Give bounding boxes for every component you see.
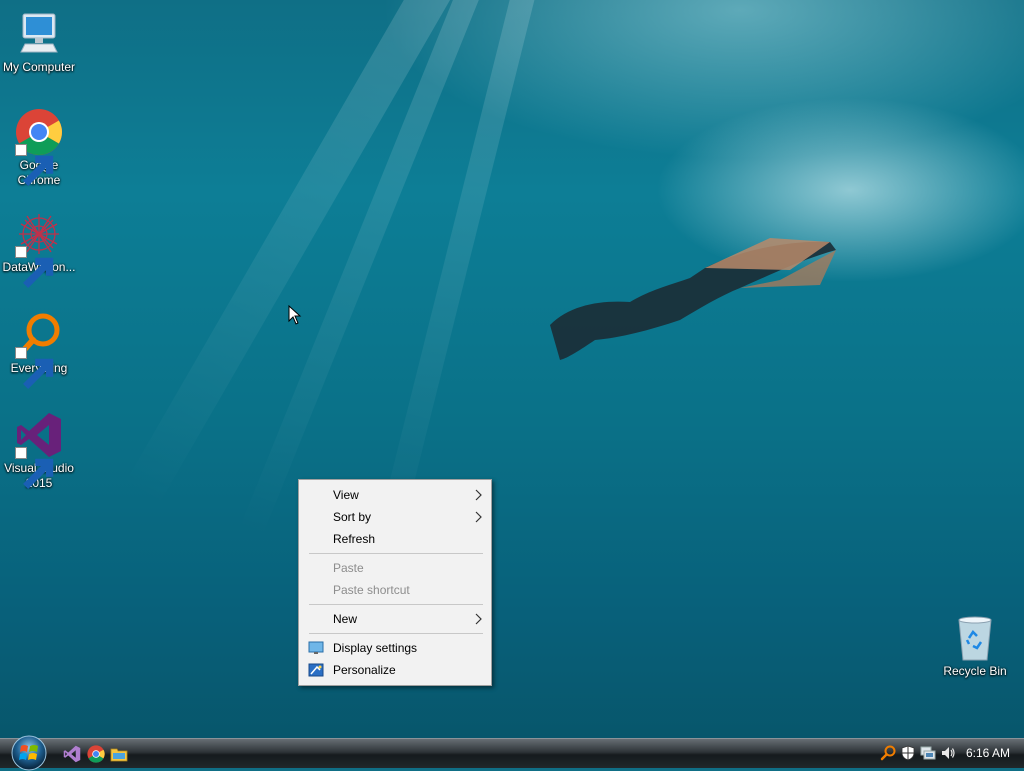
network-icon[interactable] <box>920 745 936 761</box>
search-icon[interactable] <box>880 745 896 761</box>
menu-separator <box>309 604 483 605</box>
desktop-icon-google-chrome[interactable]: Google Chrome <box>0 108 78 188</box>
windows-orb-icon[interactable] <box>9 735 49 771</box>
shortcut-arrow-icon <box>15 347 54 389</box>
desktop-icon-visual-studio[interactable]: Visual Studio 2015 <box>0 411 78 491</box>
menu-item-paste-shortcut: Paste shortcut <box>299 579 491 601</box>
desktop[interactable]: My Computer Google Chrome DataWagon... E… <box>0 0 1024 738</box>
desktop-icon-datawagon[interactable]: DataWagon... <box>0 210 78 288</box>
menu-item-label: View <box>333 488 359 502</box>
desktop-context-menu: View Sort by Refresh Paste Paste shortcu… <box>298 479 492 686</box>
menu-item-personalize[interactable]: Personalize <box>299 659 491 681</box>
desktop-icon-my-computer[interactable]: My Computer <box>0 10 78 75</box>
menu-item-refresh[interactable]: Refresh <box>299 528 491 550</box>
recycle-bin-icon <box>951 614 999 662</box>
chevron-right-icon <box>475 511 482 523</box>
taskbar-clock[interactable]: 6:16 AM <box>966 746 1010 760</box>
wallpaper-light-ray <box>122 0 468 507</box>
wallpaper-light-ray <box>238 0 494 540</box>
magnifier-icon <box>15 311 63 389</box>
wallpaper-diver <box>550 238 836 360</box>
desktop-icon-recycle-bin[interactable]: Recycle Bin <box>936 614 1014 679</box>
monitor-icon <box>15 10 63 58</box>
volume-icon[interactable] <box>940 745 956 761</box>
menu-item-label: Paste <box>333 561 364 575</box>
mouse-pointer-icon <box>288 305 302 325</box>
menu-item-label: Display settings <box>333 641 418 655</box>
chevron-right-icon <box>475 489 482 501</box>
folder-icon[interactable] <box>110 745 128 763</box>
chevron-right-icon <box>475 613 482 625</box>
menu-item-view[interactable]: View <box>299 484 491 506</box>
shortcut-arrow-icon <box>15 144 54 186</box>
menu-item-paste: Paste <box>299 557 491 579</box>
menu-item-new[interactable]: New <box>299 608 491 630</box>
display-settings-icon <box>308 641 324 654</box>
menu-separator <box>309 633 483 634</box>
desktop-icon-label: Recycle Bin <box>943 664 1007 678</box>
security-flag-icon[interactable] <box>900 745 916 761</box>
menu-item-label: Paste shortcut <box>333 583 410 597</box>
menu-item-display-settings[interactable]: Display settings <box>299 637 491 659</box>
menu-separator <box>309 553 483 554</box>
chrome-icon <box>15 108 63 186</box>
menu-item-label: New <box>333 612 358 626</box>
shortcut-arrow-icon <box>15 447 54 489</box>
menu-item-label: Sort by <box>333 510 372 524</box>
chrome-icon[interactable] <box>87 745 105 763</box>
datawagon-icon <box>15 210 63 288</box>
taskbar: 6:16 AM <box>0 735 1024 771</box>
visual-studio-icon[interactable] <box>63 745 81 763</box>
personalize-icon <box>308 663 324 677</box>
shortcut-arrow-icon <box>15 246 54 288</box>
wallpaper-surface-light <box>380 0 1024 160</box>
desktop-icon-everything[interactable]: Everything <box>0 311 78 389</box>
desktop-icon-label: My Computer <box>2 60 76 74</box>
visual-studio-icon <box>15 411 63 489</box>
menu-item-sort-by[interactable]: Sort by <box>299 506 491 528</box>
menu-item-label: Personalize <box>333 663 396 677</box>
menu-item-label: Refresh <box>333 532 376 546</box>
